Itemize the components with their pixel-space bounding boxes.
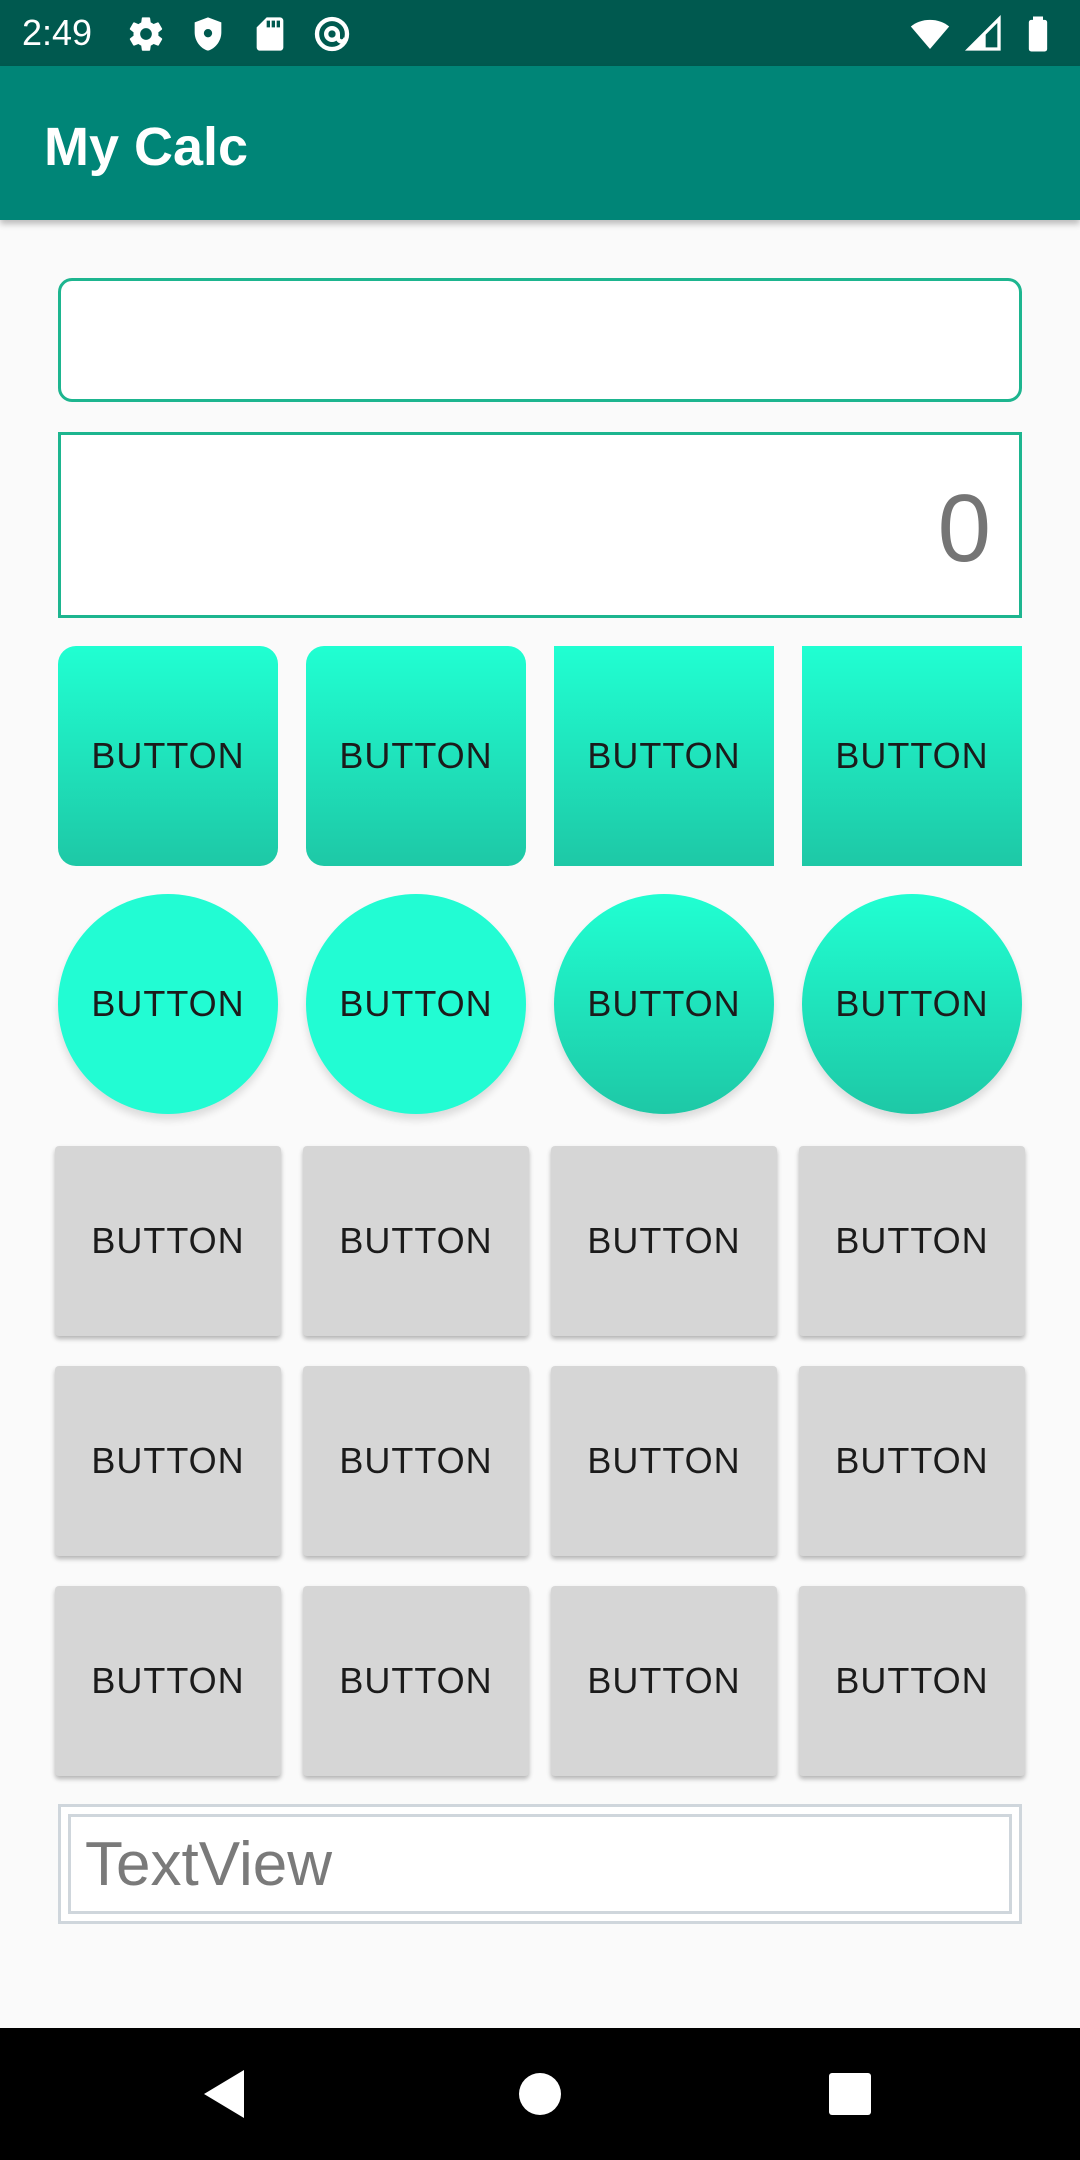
grid-button-2-3[interactable]: BUTTON [551,1366,777,1556]
textview-inner: TextView [68,1814,1012,1914]
recents-button[interactable] [820,2064,880,2124]
home-icon [519,2073,561,2115]
circle-button-2[interactable]: BUTTON [306,894,526,1114]
battery-icon [1028,16,1048,52]
wifi-icon [910,19,950,49]
square-button-3[interactable]: BUTTON [554,646,774,866]
grid-button-1-4[interactable]: BUTTON [799,1146,1025,1336]
grid-button-3-2[interactable]: BUTTON [303,1586,529,1776]
sd-card-icon [256,17,284,51]
status-left-icons [126,14,352,54]
square-button-4[interactable]: BUTTON [802,646,1022,866]
app-title: My Calc [44,117,249,177]
shield-icon [194,17,222,51]
result-field[interactable]: 0 [58,432,1022,618]
back-icon [204,2070,244,2118]
status-right-icons [910,14,1058,54]
settings-icon [129,17,163,51]
textview-text: TextView [85,1829,332,1899]
navigation-bar [0,2028,1080,2160]
back-button[interactable] [194,2064,254,2124]
at-sign-icon [314,16,350,52]
grid-button-1-3[interactable]: BUTTON [551,1146,777,1336]
textview: TextView [58,1804,1022,1924]
grid-button-2-1[interactable]: BUTTON [55,1366,281,1556]
square-button-1[interactable]: BUTTON [58,646,278,866]
circle-button-3[interactable]: BUTTON [554,894,774,1114]
circle-button-4[interactable]: BUTTON [802,894,1022,1114]
grid-button-3-4[interactable]: BUTTON [799,1586,1025,1776]
cell-signal-icon [964,14,1001,51]
grid-button-2-2[interactable]: BUTTON [303,1366,529,1556]
grid-button-1-2[interactable]: BUTTON [303,1146,529,1336]
grid-button-3-3[interactable]: BUTTON [551,1586,777,1776]
status-bar: 2:49 [0,0,1080,66]
app-bar: My Calc [0,66,1080,220]
expression-input[interactable] [58,278,1022,402]
recents-icon [829,2073,871,2115]
status-time: 2:49 [22,12,93,53]
square-button-2[interactable]: BUTTON [306,646,526,866]
result-value: 0 [937,475,991,582]
home-button[interactable] [510,2064,570,2124]
circle-button-1[interactable]: BUTTON [58,894,278,1114]
grid-button-3-1[interactable]: BUTTON [55,1586,281,1776]
grid-button-1-1[interactable]: BUTTON [55,1146,281,1336]
grid-button-2-4[interactable]: BUTTON [799,1366,1025,1556]
